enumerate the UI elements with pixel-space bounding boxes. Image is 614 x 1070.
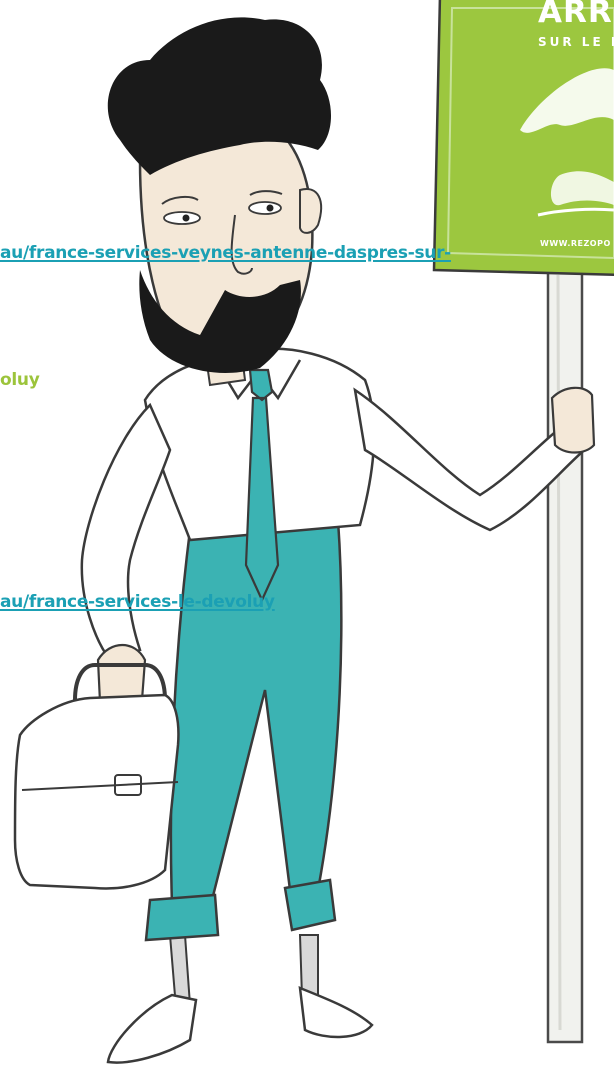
shoes [106, 934, 374, 1064]
france-services-devoluy-link[interactable]: au/france-services-le-devoluy [0, 591, 275, 613]
man-with-sign-illustration: ARRE SUR LE R WWW.REZOPO [13, 0, 614, 1064]
hand-on-pole [550, 386, 596, 454]
sign-url: WWW.REZOPO [540, 239, 611, 248]
sign-subtitle: SUR LE R [538, 35, 614, 49]
france-services-veynes-link[interactable]: au/france-services-veynes-antenne-daspre… [0, 242, 451, 264]
page: ARRE SUR LE R WWW.REZOPO [0, 0, 614, 1070]
bus-stop-sign: ARRE SUR LE R WWW.REZOPO [432, 0, 614, 276]
sign-pole [546, 260, 584, 1044]
devoluy-heading: oluy [0, 370, 40, 390]
sign-title: ARRE [538, 0, 614, 30]
head [107, 17, 332, 387]
briefcase-icon [13, 644, 180, 890]
